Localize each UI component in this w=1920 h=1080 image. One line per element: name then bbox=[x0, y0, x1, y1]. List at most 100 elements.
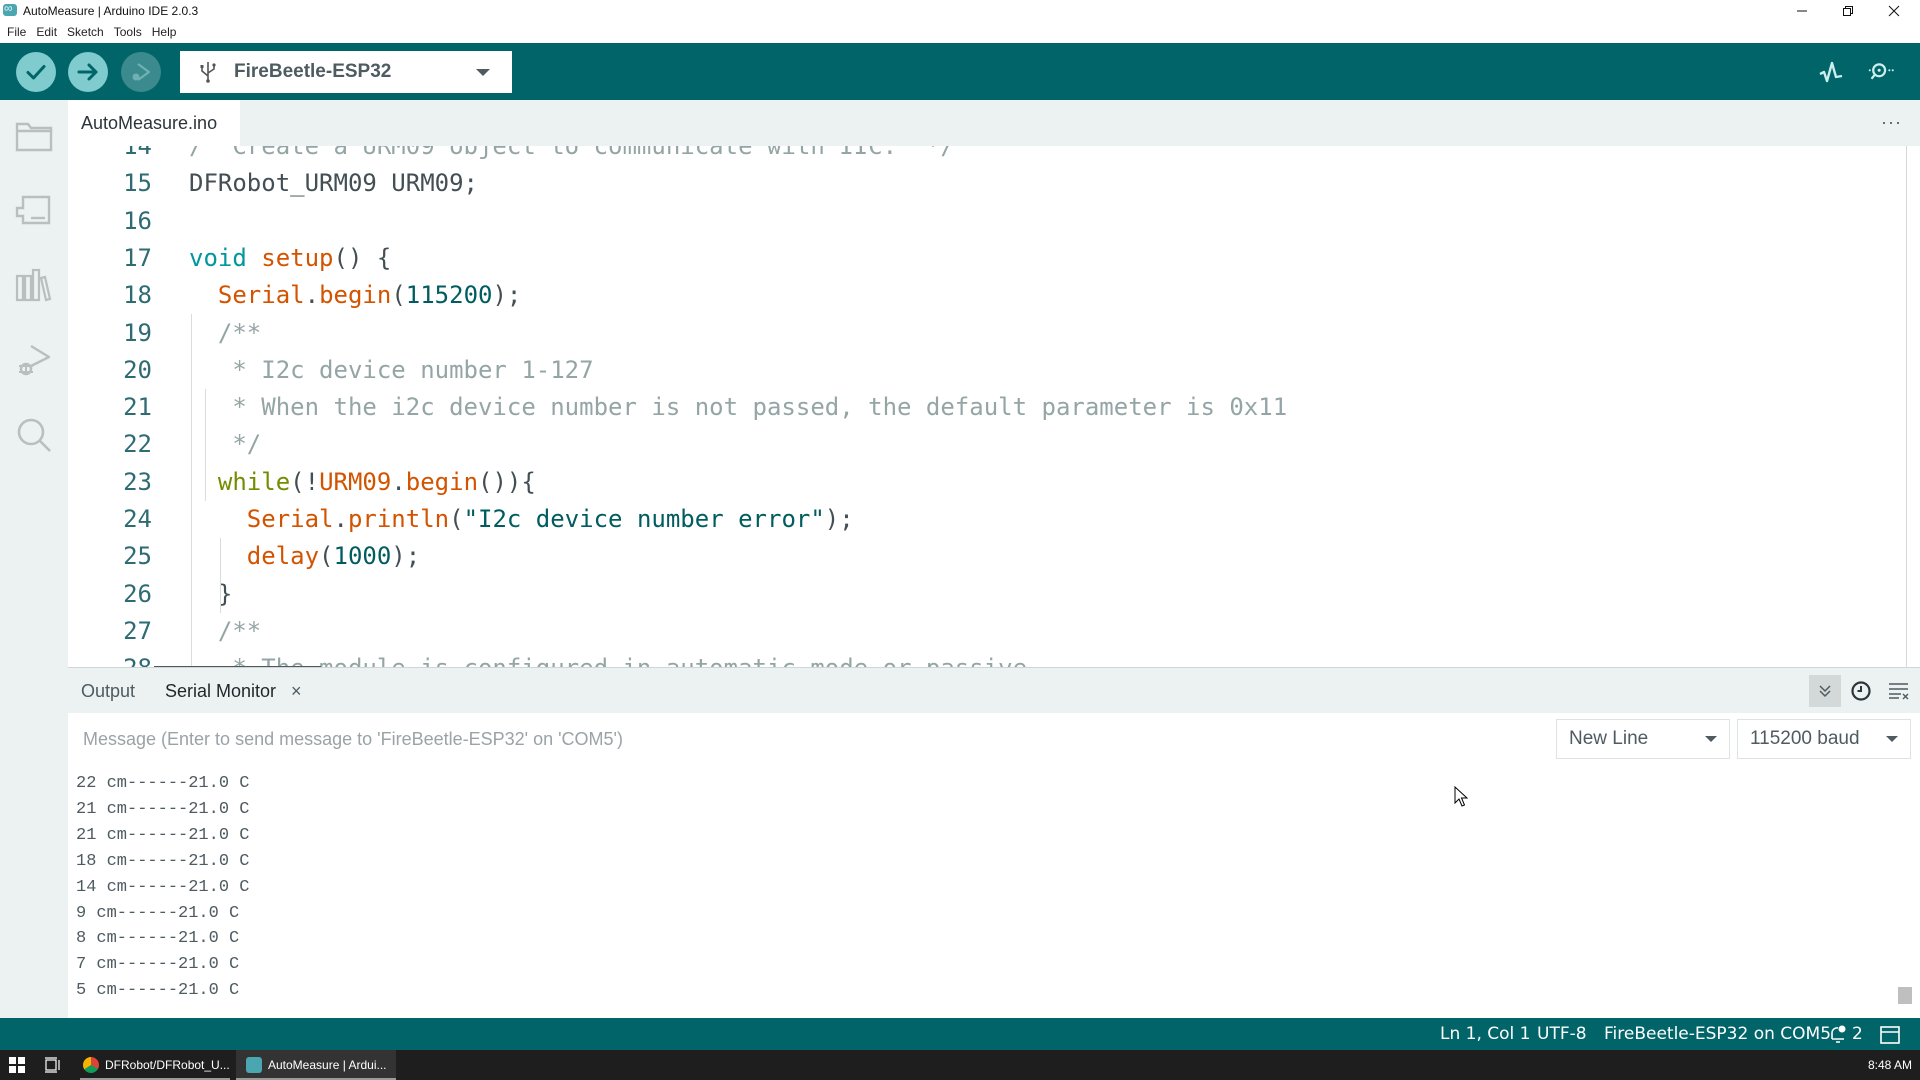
board-port-status[interactable]: FireBeetle-ESP32 on COM5 bbox=[1604, 1024, 1831, 1044]
tab-serial-monitor[interactable]: Serial Monitor bbox=[165, 681, 276, 702]
line-number: 16 bbox=[123, 206, 152, 235]
arduino-ide-window: AutoMeasure | Arduino IDE 2.0.3 File Edi… bbox=[0, 0, 1920, 1080]
indent-guide bbox=[205, 388, 206, 501]
verify-button[interactable] bbox=[16, 52, 56, 92]
board-selector[interactable]: FireBeetle-ESP32 bbox=[180, 51, 512, 93]
taskbar-app-label: DFRobot/DFRobot_U... bbox=[105, 1058, 230, 1072]
board-icon bbox=[15, 195, 51, 225]
code-token: . bbox=[391, 467, 406, 496]
close-icon bbox=[1888, 5, 1900, 17]
sidebar-item-library-manager[interactable] bbox=[14, 265, 54, 305]
sidebar-item-debug[interactable] bbox=[14, 340, 54, 380]
code-token: URM09 bbox=[319, 467, 392, 496]
code-text: delay(1000); bbox=[189, 538, 420, 575]
code-line[interactable]: 18 Serial.begin(115200); bbox=[68, 277, 1906, 314]
code-token: while bbox=[217, 467, 291, 496]
code-token: Serial bbox=[246, 505, 334, 533]
debug-button[interactable] bbox=[121, 52, 161, 92]
code-line[interactable]: 15 DFRobot_URM09 URM09; bbox=[68, 165, 1906, 202]
autoscroll-toggle[interactable] bbox=[1809, 675, 1841, 707]
code-token: DFRobot_URM09 URM09; bbox=[189, 169, 478, 198]
code-text: Serial.begin(115200); bbox=[189, 277, 521, 314]
code-line[interactable]: 22 */ bbox=[68, 426, 1906, 463]
cursor-position[interactable]: Ln 1, Col 1 bbox=[1440, 1024, 1531, 1044]
code-line[interactable]: 20 * I2c device number 1-127 bbox=[68, 352, 1906, 389]
serial-output-scrollbar[interactable] bbox=[1898, 987, 1912, 1004]
serial-plotter-button[interactable] bbox=[1814, 57, 1848, 87]
code-text: DFRobot_URM09 URM09; bbox=[189, 165, 478, 202]
baud-rate-value: 115200 baud bbox=[1750, 728, 1860, 749]
windows-taskbar: DFRobot/DFRobot_U... AutoMeasure | Ardui… bbox=[0, 1050, 1920, 1080]
system-clock[interactable]: 8:48 AM bbox=[1868, 1058, 1912, 1072]
sidebar-item-search[interactable] bbox=[14, 415, 54, 455]
serial-monitor-button[interactable] bbox=[1863, 57, 1897, 87]
more-options-button[interactable]: ··· bbox=[1881, 112, 1902, 133]
serial-output-line: 18 cm------21.0 C bbox=[76, 851, 250, 871]
baud-rate-select[interactable]: 115200 baud bbox=[1737, 719, 1911, 759]
chevron-down-icon bbox=[476, 68, 490, 76]
menu-tools[interactable]: Tools bbox=[109, 22, 147, 43]
menu-edit[interactable]: Edit bbox=[31, 22, 62, 43]
code-line[interactable]: 25 delay(1000); bbox=[68, 538, 1906, 575]
close-serial-monitor-button[interactable]: × bbox=[291, 681, 302, 702]
menu-help[interactable]: Help bbox=[147, 22, 182, 43]
serial-output-line: 21 cm------21.0 C bbox=[76, 799, 250, 819]
code-token: /** bbox=[189, 616, 262, 645]
editor-scrollbar[interactable] bbox=[1906, 146, 1907, 667]
line-number: 17 bbox=[123, 243, 152, 272]
code-editor[interactable]: 14 / Create a URM09 object to communicate… bbox=[68, 146, 1906, 667]
line-number: 19 bbox=[123, 318, 152, 347]
sidebar-item-boards-manager[interactable] bbox=[14, 190, 54, 230]
serial-message-input[interactable] bbox=[68, 713, 1548, 765]
taskbar-app-arduino[interactable]: AutoMeasure | Ardui... bbox=[236, 1050, 396, 1080]
task-view-icon[interactable] bbox=[44, 1056, 62, 1074]
line-ending-select[interactable]: New Line bbox=[1556, 719, 1730, 759]
code-line[interactable]: 26 } bbox=[68, 576, 1906, 613]
toggle-panel-button[interactable] bbox=[1880, 1026, 1900, 1049]
search-icon bbox=[17, 418, 51, 452]
code-line[interactable]: 17 void setup() { bbox=[68, 240, 1906, 277]
code-token: ( bbox=[391, 281, 406, 310]
upload-button[interactable] bbox=[68, 52, 108, 92]
code-token: ); bbox=[391, 542, 421, 571]
close-button[interactable] bbox=[1872, 0, 1916, 22]
serial-output-line: 7 cm------21.0 C bbox=[76, 955, 240, 975]
bell-icon bbox=[1831, 1025, 1846, 1043]
usb-icon bbox=[200, 62, 216, 83]
sidebar-item-sketchbook[interactable] bbox=[14, 116, 54, 156]
code-line[interactable]: 19 /** bbox=[68, 315, 1906, 352]
code-token: / Create a URM09 object to communicate w… bbox=[189, 146, 955, 160]
line-number: 18 bbox=[123, 281, 152, 310]
line-number: 26 bbox=[123, 579, 152, 608]
code-line[interactable]: 24 Serial.println("I2c device number err… bbox=[68, 501, 1906, 538]
code-token: 1000 bbox=[333, 542, 392, 571]
taskbar-app-chrome[interactable]: DFRobot/DFRobot_U... bbox=[80, 1050, 230, 1080]
code-line[interactable]: 16 bbox=[68, 203, 1906, 240]
start-button[interactable] bbox=[9, 1057, 25, 1073]
code-text: /** bbox=[189, 613, 261, 650]
code-line[interactable]: 21 * When the i2c device number is not p… bbox=[68, 389, 1906, 426]
restore-button[interactable] bbox=[1826, 0, 1870, 22]
clear-output-button[interactable] bbox=[1883, 675, 1915, 707]
menu-file[interactable]: File bbox=[2, 22, 31, 43]
code-line[interactable]: 28 * The module is configured in automat… bbox=[68, 650, 1906, 667]
window-title: AutoMeasure | Arduino IDE 2.0.3 bbox=[23, 4, 199, 18]
menu-sketch[interactable]: Sketch bbox=[62, 22, 109, 43]
code-line[interactable]: 23 while(!URM09.begin()){ bbox=[68, 464, 1906, 501]
toolbar: FireBeetle-ESP32 bbox=[0, 43, 1920, 100]
minimize-button[interactable] bbox=[1780, 0, 1824, 22]
line-number: 20 bbox=[123, 355, 152, 384]
code-token: delay bbox=[246, 542, 320, 571]
folder-icon bbox=[15, 122, 53, 152]
tab-output[interactable]: Output bbox=[81, 681, 135, 702]
file-tab-automeasure[interactable]: AutoMeasure.ino bbox=[68, 100, 240, 146]
code-line[interactable]: 14 / Create a URM09 object to communicate… bbox=[68, 146, 1906, 165]
notifications-button[interactable]: 2 bbox=[1828, 1024, 1863, 1044]
minimize-icon bbox=[1797, 10, 1807, 12]
code-line[interactable]: 27 /** bbox=[68, 613, 1906, 650]
timestamp-toggle[interactable] bbox=[1845, 675, 1877, 707]
serial-output-line: 14 cm------21.0 C bbox=[76, 877, 250, 897]
code-token: . bbox=[304, 281, 320, 310]
